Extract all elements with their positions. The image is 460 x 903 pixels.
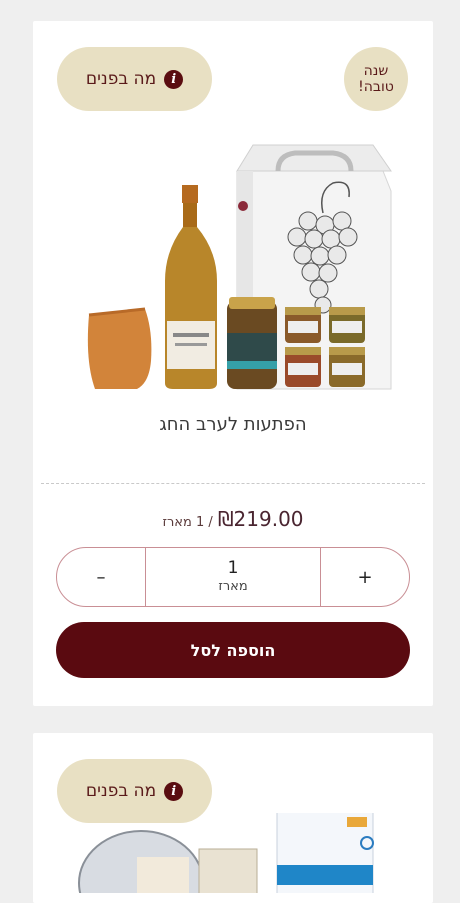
whats-inside-label: מה בפנים xyxy=(85,69,157,89)
quantity-display[interactable]: 1 מארז xyxy=(145,548,321,606)
wine-bottle-image xyxy=(165,185,217,389)
quantity-unit: מארז xyxy=(218,579,248,594)
whats-inside-button[interactable]: i מה בפנים xyxy=(57,47,212,111)
info-icon: i xyxy=(164,69,184,89)
cheese-box-image xyxy=(78,830,258,893)
cheese-image xyxy=(87,307,152,389)
badge-line-2: טובה! xyxy=(358,79,394,95)
add-to-cart-button[interactable]: הוספה לסל xyxy=(56,622,410,678)
badge-line-1: שנה xyxy=(363,63,389,79)
price-row: ₪219.00 / 1 מארז xyxy=(33,507,433,531)
focaccia-box-image xyxy=(276,813,374,893)
quantity-stepper: – 1 מארז + xyxy=(56,547,410,607)
quantity-value: 1 xyxy=(227,558,239,578)
whats-inside-label: מה בפנים xyxy=(85,781,157,801)
increase-quantity-button[interactable]: + xyxy=(321,548,409,606)
decrease-quantity-button[interactable]: – xyxy=(57,548,145,606)
holiday-badge: שנה טובה! xyxy=(344,47,408,111)
divider xyxy=(41,483,425,484)
spread-jar-image xyxy=(227,297,277,389)
product-image[interactable] xyxy=(33,813,433,893)
product-card: i מה בפנים xyxy=(33,733,433,903)
product-title[interactable]: הפתעות לערב החג xyxy=(33,414,433,435)
product-card: i מה בפנים שנה טובה! הפתעות לערב החג ₪21… xyxy=(33,21,433,706)
info-icon: i xyxy=(164,781,184,801)
price: ₪219.00 xyxy=(217,507,304,531)
price-unit: / 1 מארז xyxy=(162,515,213,530)
product-image[interactable] xyxy=(33,121,433,411)
